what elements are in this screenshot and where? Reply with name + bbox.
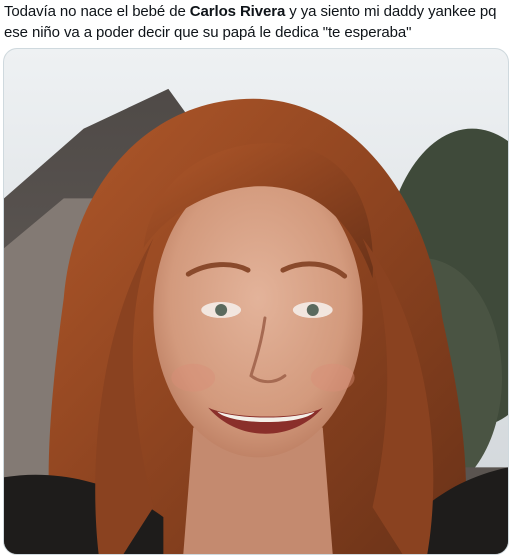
- cheek: [171, 363, 216, 392]
- iris: [215, 303, 228, 316]
- tweet: Todavía no nace el bebé de Carlos Rivera…: [0, 0, 512, 558]
- mentioned-name[interactable]: Carlos Rivera: [190, 3, 286, 20]
- tweet-text: Todavía no nace el bebé de Carlos Rivera…: [4, 1, 510, 43]
- tweet-photo[interactable]: [3, 48, 509, 555]
- iris: [306, 303, 319, 316]
- tweet-text-part: Todavía no nace el bebé de: [4, 3, 190, 20]
- photo-illustration: [4, 49, 508, 554]
- cheek: [310, 363, 355, 392]
